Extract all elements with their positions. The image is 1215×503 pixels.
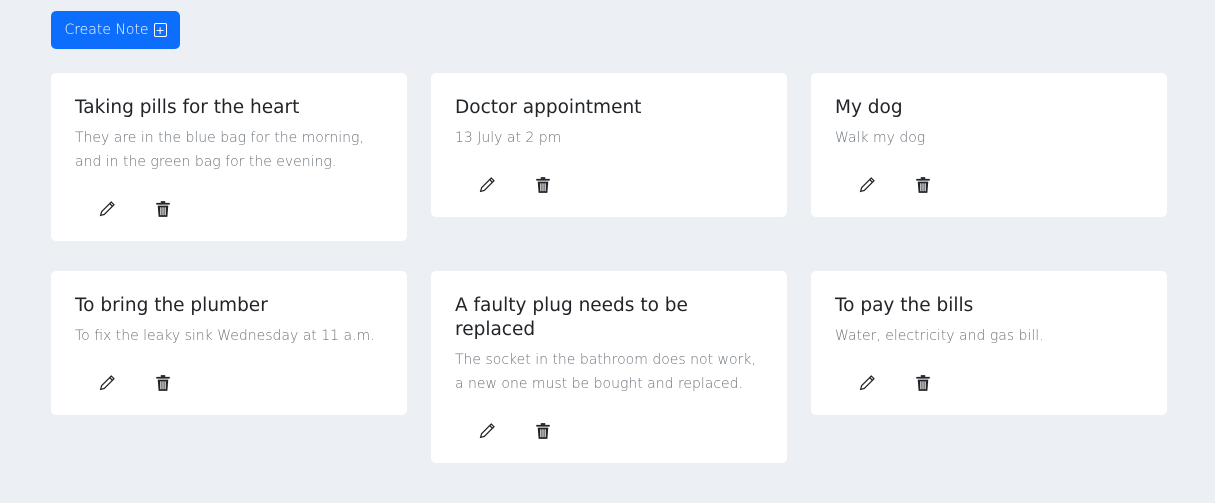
note-title: A faulty plug needs to be replaced — [455, 295, 688, 340]
create-note-button[interactable]: Create Note + — [51, 11, 180, 49]
edit-note-button[interactable] — [857, 175, 877, 195]
note-title: To bring the plumber — [75, 295, 268, 316]
note-title: To pay the bills — [835, 295, 974, 316]
note-card: Doctor appointment 13 July at 2 pm — [431, 73, 787, 217]
note-card: To bring the plumber To fix the leaky si… — [51, 271, 407, 415]
edit-note-button[interactable] — [477, 175, 497, 195]
note-text: They are in the blue bag for the morning… — [75, 130, 364, 170]
note-actions — [857, 373, 933, 393]
note-text: Water, electricity and gas bill. — [835, 328, 1044, 344]
delete-note-button[interactable] — [913, 373, 933, 393]
plus-square-icon: + — [153, 23, 167, 37]
delete-note-button[interactable] — [913, 175, 933, 195]
trash-icon — [156, 375, 170, 391]
note-title: Taking pills for the heart — [75, 97, 300, 118]
notes-page: Create Note + Taking pills for the heart… — [0, 0, 1215, 503]
note-card: My dog Walk my dog — [811, 73, 1167, 217]
pencil-icon — [99, 375, 115, 391]
delete-note-button[interactable] — [533, 421, 553, 441]
note-actions — [97, 373, 173, 393]
delete-note-button[interactable] — [153, 373, 173, 393]
note-title: Doctor appointment — [455, 97, 642, 118]
note-text: The socket in the bathroom does not work… — [455, 352, 756, 392]
note-title: My dog — [835, 97, 903, 118]
trash-icon — [916, 177, 930, 193]
delete-note-button[interactable] — [533, 175, 553, 195]
trash-icon — [916, 375, 930, 391]
note-text: To fix the leaky sink Wednesday at 11 a.… — [75, 328, 375, 344]
edit-note-button[interactable] — [477, 421, 497, 441]
note-text: Walk my dog — [835, 130, 926, 146]
note-actions — [477, 421, 553, 441]
note-actions — [97, 199, 173, 219]
delete-note-button[interactable] — [153, 199, 173, 219]
pencil-icon — [859, 375, 875, 391]
pencil-icon — [479, 423, 495, 439]
trash-icon — [156, 201, 170, 217]
pencil-icon — [859, 177, 875, 193]
edit-note-button[interactable] — [97, 373, 117, 393]
note-card: Taking pills for the heart They are in t… — [51, 73, 407, 241]
pencil-icon — [99, 201, 115, 217]
note-text: 13 July at 2 pm — [455, 130, 562, 146]
note-card: A faulty plug needs to be replaced The s… — [431, 271, 787, 463]
note-card: To pay the bills Water, electricity and … — [811, 271, 1167, 415]
edit-note-button[interactable] — [857, 373, 877, 393]
trash-icon — [536, 423, 550, 439]
trash-icon — [536, 177, 550, 193]
note-actions — [477, 175, 553, 195]
create-note-label: Create Note — [64, 22, 149, 38]
note-actions — [857, 175, 933, 195]
edit-note-button[interactable] — [97, 199, 117, 219]
pencil-icon — [479, 177, 495, 193]
